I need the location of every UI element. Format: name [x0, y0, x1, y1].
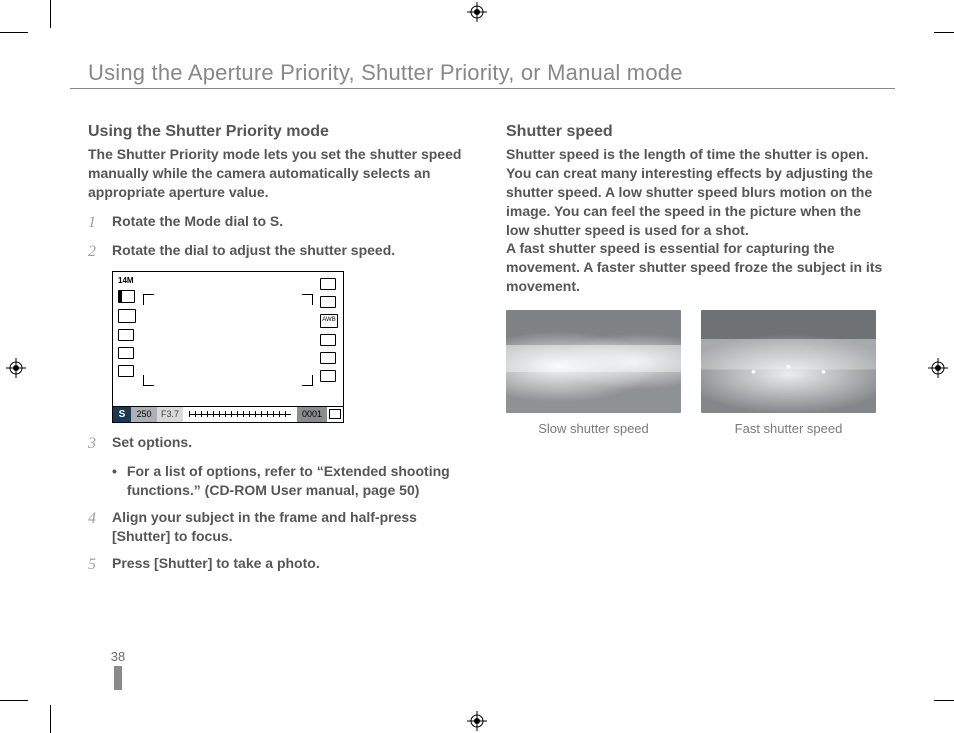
page-number: 38	[88, 649, 148, 664]
face-icon	[118, 365, 134, 377]
step-text: Align your subject in the frame and half…	[112, 509, 417, 525]
crop-line	[0, 700, 28, 701]
battery-icon	[327, 406, 343, 422]
page-title: Using the Aperture Priority, Shutter Pri…	[70, 60, 895, 89]
mode-letter: S	[270, 213, 279, 229]
step-3: 3 Set options.	[88, 433, 466, 455]
crop-line	[50, 0, 51, 28]
step-5: 5 Press [Shutter] to take a photo.	[88, 554, 466, 576]
drive-icon	[320, 278, 336, 290]
focus-icon	[118, 347, 134, 359]
intro-paragraph: The Shutter Priority mode lets you set t…	[88, 145, 466, 202]
af-frame-corners	[143, 294, 313, 386]
frame-counter: 0001	[297, 406, 327, 422]
camera-lcd-preview: 14M AWB	[112, 271, 344, 423]
iso-icon	[320, 334, 336, 346]
button-reference: [Shutter]	[154, 555, 212, 571]
step-text: Rotate the dial to adjust the shutter sp…	[112, 241, 395, 263]
megapixel-indicator: 14M	[118, 276, 134, 285]
step-4: 4 Align your subject in the frame and ha…	[88, 508, 466, 546]
step-text: Press	[112, 555, 154, 571]
left-column: Using the Shutter Priority mode The Shut…	[88, 123, 466, 584]
step-text: Set options.	[112, 433, 192, 455]
photo-caption: Slow shutter speed	[506, 421, 681, 436]
example-photo-slow: Slow shutter speed	[506, 310, 681, 436]
page-number-block: 38	[88, 649, 148, 690]
registration-mark-icon	[928, 358, 948, 378]
registration-mark-icon	[467, 2, 487, 22]
registration-mark-icon	[6, 358, 26, 378]
exposure-scale	[183, 406, 297, 422]
section-heading: Shutter speed	[506, 123, 884, 141]
section-heading: Using the Shutter Priority mode	[88, 123, 466, 141]
body-paragraph: Shutter speed is the length of time the …	[506, 145, 884, 296]
color-icon	[320, 352, 336, 364]
aperture-value: F3.7	[157, 406, 183, 422]
sharpness-icon	[320, 370, 336, 382]
af-area-icon	[320, 296, 336, 308]
crop-line	[50, 705, 51, 733]
crop-line	[934, 700, 954, 701]
step-text: to focus.	[170, 528, 232, 544]
wb-icon: AWB	[320, 314, 338, 328]
button-reference: [Shutter]	[112, 528, 170, 544]
crop-line	[934, 32, 954, 33]
slow-shutter-image	[506, 310, 681, 413]
step-text: to take a photo.	[212, 555, 319, 571]
page: Using the Aperture Priority, Shutter Pri…	[70, 60, 895, 690]
crop-line	[0, 32, 28, 33]
quality-icon	[118, 290, 135, 303]
flash-icon	[118, 329, 134, 341]
fast-shutter-image	[701, 310, 876, 413]
registration-mark-icon	[467, 711, 487, 731]
step-text: Rotate the Mode dial to	[112, 213, 270, 229]
example-photo-fast: Fast shutter speed	[701, 310, 876, 436]
step-2: 2 Rotate the dial to adjust the shutter …	[88, 241, 466, 263]
photo-caption: Fast shutter speed	[701, 421, 876, 436]
right-column: Shutter speed Shutter speed is the lengt…	[506, 123, 884, 584]
step-1: 1 Rotate the Mode dial to S.	[88, 212, 466, 234]
bullet-text: For a list of options, refer to “Extende…	[127, 462, 466, 500]
mode-indicator: S	[113, 406, 131, 422]
metering-icon	[118, 309, 136, 323]
status-bar: S 250 F3.7 0001	[113, 406, 343, 422]
step-text: .	[279, 213, 283, 229]
shutter-value: 250	[131, 406, 157, 422]
page-tab-icon	[114, 666, 122, 690]
options-bullet: For a list of options, refer to “Extende…	[112, 462, 466, 500]
